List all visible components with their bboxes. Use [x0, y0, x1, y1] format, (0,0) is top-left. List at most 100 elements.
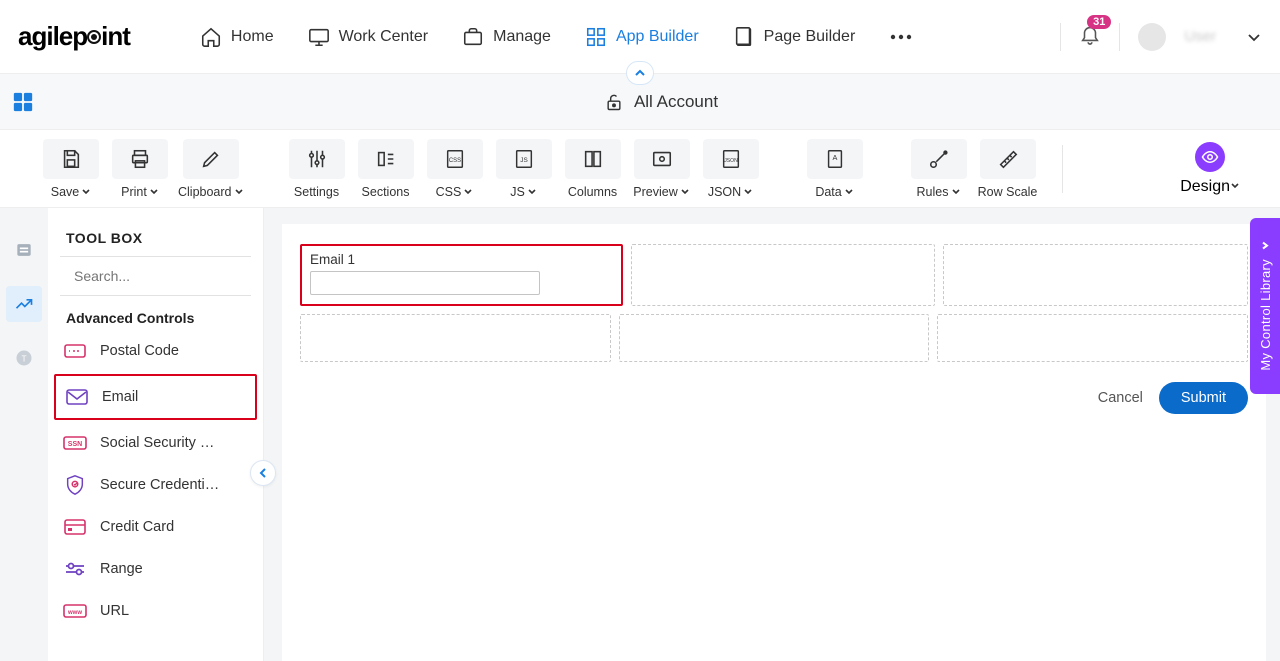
ssn-icon: SSN: [62, 432, 88, 454]
tool-secure-credentials[interactable]: Secure Credenti…: [48, 464, 263, 506]
tool-label: Postal Code: [100, 343, 179, 359]
row-scale-button[interactable]: Row Scale: [977, 139, 1039, 199]
preview-icon: [651, 148, 673, 170]
form-cell[interactable]: [300, 314, 611, 362]
unlock-icon: [604, 92, 624, 112]
rail-theme[interactable]: T: [6, 340, 42, 376]
chart-icon: [14, 294, 34, 314]
notifications[interactable]: 31: [1079, 23, 1101, 50]
url-icon: www: [62, 600, 88, 622]
topnav-right: 31 User: [1060, 23, 1262, 51]
tool-label: Secure Credenti…: [100, 477, 219, 493]
nav-work-center-label: Work Center: [339, 28, 429, 46]
form-cell-selected[interactable]: Email 1: [300, 244, 623, 306]
toolbox-search[interactable]: [60, 256, 251, 296]
save-button[interactable]: Save: [40, 139, 102, 199]
left-rail: T: [0, 208, 48, 661]
print-button[interactable]: Print: [109, 139, 171, 199]
tool-label: Social Security …: [100, 435, 214, 451]
nav-manage[interactable]: Manage: [462, 26, 551, 48]
js-button[interactable]: JS JS: [493, 139, 555, 199]
clipboard-button[interactable]: Clipboard: [178, 139, 244, 199]
print-icon: [129, 148, 151, 170]
nav-page-builder-label: Page Builder: [764, 28, 856, 46]
apps-icon[interactable]: [12, 91, 34, 113]
toolbar: Save Print Clipboard Settings Sections C…: [0, 130, 1280, 208]
user-name: User: [1184, 28, 1216, 45]
divider: [1119, 23, 1120, 51]
rail-toolbox[interactable]: [6, 286, 42, 322]
notification-badge: 31: [1087, 15, 1111, 29]
form-row: Email 1: [300, 244, 1248, 306]
nav-home-label: Home: [231, 28, 274, 46]
nav-items: Home Work Center Manage App Builder Page…: [200, 26, 1030, 48]
form-cell[interactable]: [937, 314, 1248, 362]
svg-text:CSS: CSS: [448, 157, 460, 163]
rail-pages[interactable]: [6, 232, 42, 268]
sections-button[interactable]: Sections: [355, 139, 417, 199]
css-icon: CSS: [444, 148, 466, 170]
svg-text:JSON: JSON: [724, 157, 738, 163]
email-icon: [64, 386, 90, 408]
toolbox-panel: TOOL BOX Advanced Controls Postal Code E…: [48, 208, 264, 661]
form-cell[interactable]: [943, 244, 1248, 306]
tool-range[interactable]: Range: [48, 548, 263, 590]
canvas: Email 1 Cancel Submit: [282, 224, 1266, 661]
cancel-button[interactable]: Cancel: [1098, 390, 1143, 406]
preview-button[interactable]: Preview: [631, 139, 693, 199]
js-icon: JS: [513, 148, 535, 170]
collapse-up[interactable]: [626, 61, 654, 85]
credit-card-icon: [62, 516, 88, 538]
chevron-down-icon: [234, 187, 244, 197]
nav-work-center[interactable]: Work Center: [308, 26, 429, 48]
nav-more[interactable]: [889, 33, 913, 41]
more-icon: [889, 33, 913, 41]
briefcase-icon: [462, 26, 484, 48]
field-label: Email 1: [310, 252, 613, 267]
divider: [1062, 145, 1063, 193]
settings-button[interactable]: Settings: [286, 139, 348, 199]
page-icon: [733, 26, 755, 48]
divider: [1060, 23, 1061, 51]
email-field[interactable]: [310, 271, 540, 295]
collapse-toolbox[interactable]: [250, 460, 276, 486]
chevron-left-icon: [257, 467, 269, 479]
tool-label: Email: [102, 389, 138, 405]
data-button[interactable]: A Data: [804, 139, 866, 199]
json-icon: JSON: [720, 148, 742, 170]
chevron-down-icon: [951, 187, 961, 197]
chevron-down-icon: [844, 187, 854, 197]
tool-ssn[interactable]: SSN Social Security …: [48, 422, 263, 464]
chevron-down-icon: [81, 187, 91, 197]
svg-text:A: A: [832, 152, 837, 161]
postal-code-icon: [62, 340, 88, 362]
my-control-library-panel[interactable]: My Control Library: [1250, 218, 1280, 394]
rules-button[interactable]: Rules: [908, 139, 970, 199]
circle-t-icon: T: [14, 348, 34, 368]
tool-url[interactable]: www URL: [48, 590, 263, 632]
nav-home[interactable]: Home: [200, 26, 274, 48]
form-cell[interactable]: [619, 314, 930, 362]
avatar[interactable]: [1138, 23, 1166, 51]
tool-postal-code[interactable]: Postal Code: [48, 330, 263, 372]
ruler-icon: [997, 148, 1019, 170]
logo: agilepint: [18, 21, 130, 52]
toolbox-section-title: Advanced Controls: [48, 304, 263, 330]
design-button[interactable]: Design: [1180, 142, 1240, 196]
toolbox-title: TOOL BOX: [48, 224, 263, 256]
chevron-down-icon[interactable]: [1246, 29, 1262, 45]
home-icon: [200, 26, 222, 48]
nav-page-builder[interactable]: Page Builder: [733, 26, 856, 48]
tool-email[interactable]: Email: [54, 374, 257, 420]
json-button[interactable]: JSON JSON: [700, 139, 762, 199]
form-cell[interactable]: [631, 244, 936, 306]
range-icon: [62, 558, 88, 580]
tool-credit-card[interactable]: Credit Card: [48, 506, 263, 548]
css-button[interactable]: CSS CSS: [424, 139, 486, 199]
sliders-icon: [306, 148, 328, 170]
nav-app-builder[interactable]: App Builder: [585, 26, 699, 48]
chevron-down-icon: [149, 187, 159, 197]
search-input[interactable]: [74, 268, 255, 284]
columns-button[interactable]: Columns: [562, 139, 624, 199]
submit-button[interactable]: Submit: [1159, 382, 1248, 414]
